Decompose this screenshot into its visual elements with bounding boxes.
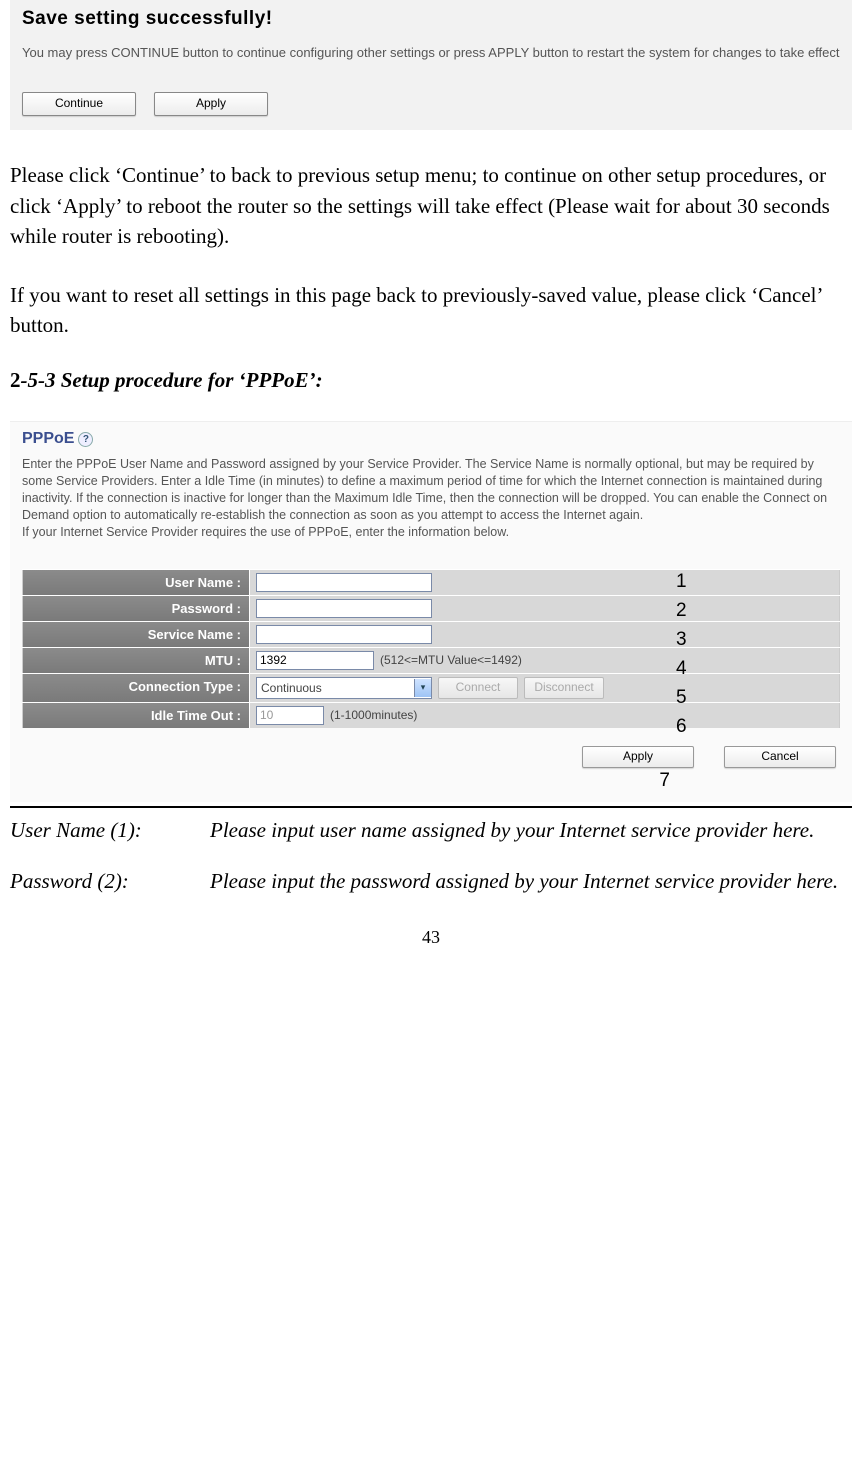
password-input[interactable] [256, 599, 432, 618]
help-icon[interactable]: ? [78, 432, 93, 447]
callout-3: 3 [676, 629, 687, 651]
apply-button[interactable]: Apply [154, 92, 268, 116]
callout-1: 1 [676, 571, 687, 593]
idle-timeout-input[interactable] [256, 706, 324, 725]
chevron-down-icon: ▾ [414, 679, 431, 697]
section-heading: 2-5-3 Setup procedure for ‘PPPoE’: [10, 368, 852, 393]
pppoe-apply-button[interactable]: Apply [582, 746, 694, 768]
disconnect-button[interactable]: Disconnect [524, 677, 604, 699]
callout-4: 4 [676, 658, 687, 680]
page-number: 43 [10, 927, 852, 948]
service-name-input[interactable] [256, 625, 432, 644]
pppoe-description: Enter the PPPoE User Name and Password a… [22, 456, 840, 540]
connect-button[interactable]: Connect [438, 677, 518, 699]
continue-button[interactable]: Continue [22, 92, 136, 116]
pppoe-title-row: PPPoE ? [22, 430, 840, 448]
definition-username-term: User Name (1): [10, 816, 210, 845]
idle-timeout-hint: (1-1000minutes) [330, 708, 417, 722]
callout-2: 2 [676, 600, 687, 622]
section-heading-number: 2 [10, 368, 21, 392]
pppoe-cancel-button[interactable]: Cancel [724, 746, 836, 768]
mtu-label: MTU : [22, 648, 250, 673]
save-subtitle: You may press CONTINUE button to continu… [22, 44, 840, 62]
username-input[interactable] [256, 573, 432, 592]
instruction-paragraph-1: Please click ‘Continue’ to back to previ… [10, 160, 852, 251]
connection-type-label: Connection Type : [22, 674, 250, 702]
mtu-input[interactable] [256, 651, 374, 670]
password-label: Password : [22, 596, 250, 621]
definition-username: User Name (1): Please input user name as… [10, 816, 852, 845]
username-label: User Name : [22, 570, 250, 595]
connection-type-select[interactable]: Continuous ▾ [256, 677, 432, 699]
save-success-panel: Save setting successfully! You may press… [10, 0, 852, 130]
save-title: Save setting successfully! [22, 8, 840, 30]
callout-5: 5 [676, 687, 687, 709]
pppoe-form: User Name : Password : Service Name : MT… [22, 569, 840, 728]
pppoe-panel: PPPoE ? Enter the PPPoE User Name and Pa… [10, 421, 852, 801]
divider [10, 806, 852, 808]
callout-6: 6 [676, 716, 687, 738]
section-heading-text: -5-3 Setup procedure for ‘PPPoE’: [21, 368, 323, 392]
definition-password-desc: Please input the password assigned by yo… [210, 867, 852, 896]
callout-7: 7 [659, 770, 670, 791]
pppoe-title: PPPoE [22, 430, 74, 448]
definition-username-desc: Please input user name assigned by your … [210, 816, 852, 845]
service-name-label: Service Name : [22, 622, 250, 647]
definition-password: Password (2): Please input the password … [10, 867, 852, 896]
idle-timeout-label: Idle Time Out : [22, 703, 250, 728]
definition-password-term: Password (2): [10, 867, 210, 896]
instruction-paragraph-2: If you want to reset all settings in thi… [10, 280, 852, 341]
connection-type-value: Continuous [261, 681, 322, 695]
mtu-hint: (512<=MTU Value<=1492) [380, 653, 522, 667]
